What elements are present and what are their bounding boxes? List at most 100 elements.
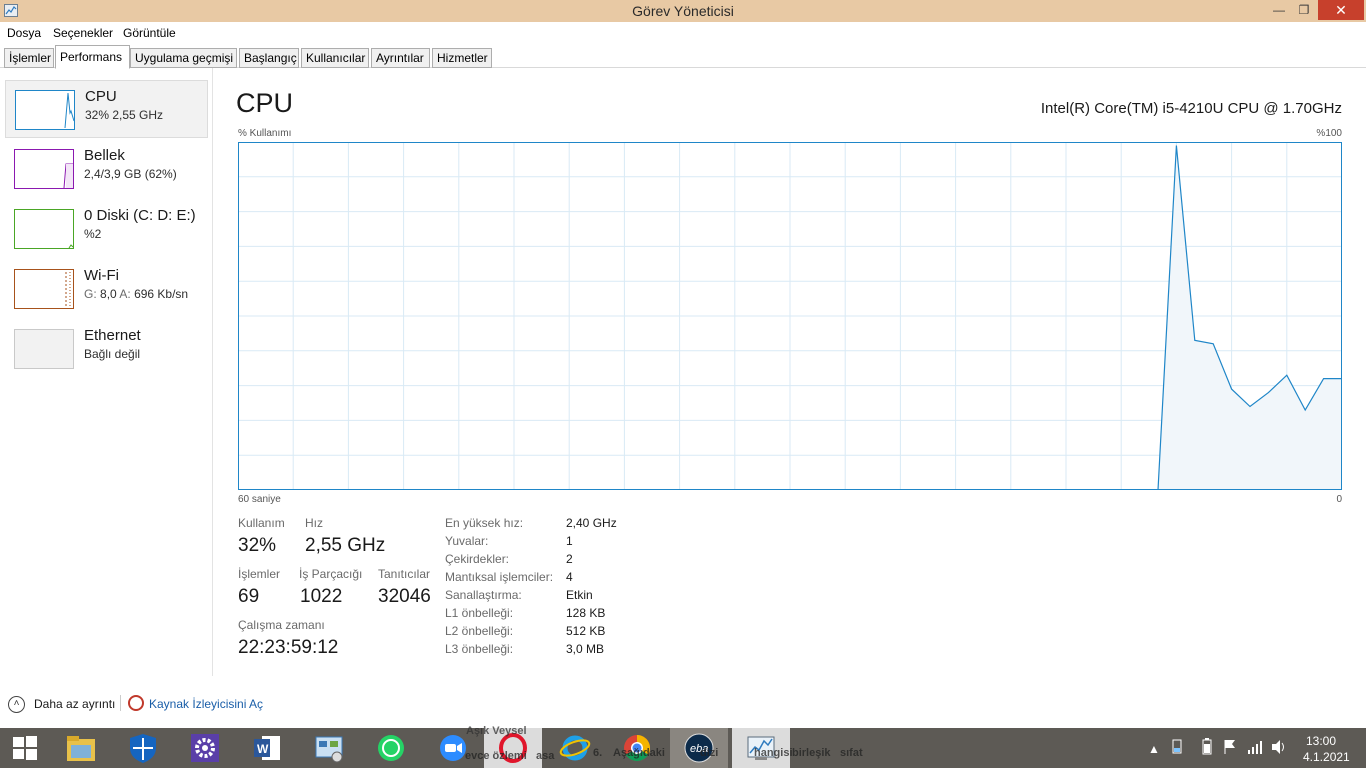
sidebar-item-value: %2 xyxy=(84,227,102,241)
uptime-value: 22:23:59:12 xyxy=(238,637,339,658)
utilization-value: 32% xyxy=(238,535,277,556)
disk-mini-graph xyxy=(14,209,74,249)
taskbar-control-panel[interactable] xyxy=(300,728,358,768)
detail-value: 2,40 GHz xyxy=(566,516,617,530)
sidebar-item-cpu[interactable]: CPU 32% 2,55 GHz xyxy=(5,80,208,138)
page-title: CPU xyxy=(236,88,294,118)
send-value: 8,0 xyxy=(100,287,117,301)
ghost-text: sıfat xyxy=(840,747,863,759)
detail-label: Sanallaştırma: xyxy=(445,588,522,602)
detail-value: Etkin xyxy=(566,588,593,602)
detail-label: L2 önbelleği: xyxy=(445,624,514,638)
menu-file[interactable]: Dosya xyxy=(7,26,41,40)
sidebar-item-disk[interactable]: 0 Diski (C: D: E:) %2 xyxy=(5,200,208,258)
ghost-text: hangisi xyxy=(754,747,793,759)
menu-options[interactable]: Seçenekler xyxy=(53,26,113,40)
network-signal-icon[interactable] xyxy=(1246,738,1264,768)
speed-value: 2,55 GHz xyxy=(305,535,386,556)
maximize-button[interactable]: ❐ xyxy=(1291,0,1317,20)
graph-time-span: 60 saniye xyxy=(238,494,281,505)
tray-device-icon[interactable] xyxy=(1170,738,1184,768)
utilization-label: Kullanım xyxy=(238,516,285,530)
taskbar-explorer[interactable] xyxy=(52,728,110,768)
taskbar-word[interactable]: W xyxy=(238,728,296,768)
tab-app-history[interactable]: Uygulama geçmişi xyxy=(130,48,237,68)
menu-bar: Dosya Seçenekler Görüntüle xyxy=(0,22,1366,43)
sidebar-item-wifi[interactable]: Wi-Fi G: 8,0 A: 696 Kb/sn xyxy=(5,260,208,318)
processes-label: İşlemler xyxy=(238,567,281,581)
chevron-up-icon[interactable]: ˄ xyxy=(8,696,25,713)
handles-label: Tanıtıcılar xyxy=(378,567,431,581)
sidebar-item-label: 0 Diski (C: D: E:) xyxy=(84,207,196,224)
menu-view[interactable]: Görüntüle xyxy=(123,26,176,40)
ethernet-mini-graph xyxy=(14,329,74,369)
sidebar-item-value: G: 8,0 A: 696 Kb/sn xyxy=(84,287,188,301)
control-panel-icon xyxy=(315,736,343,763)
receive-label: A: xyxy=(119,287,131,301)
ghost-text: evce özlemi xyxy=(465,750,527,762)
detail-label: Çekirdekler: xyxy=(445,552,510,566)
clock-date[interactable]: 4.1.2021 xyxy=(1303,750,1350,764)
divider xyxy=(120,695,121,711)
memory-mini-graph xyxy=(14,149,74,189)
ghost-text: asa xyxy=(536,750,555,762)
open-resource-monitor-link[interactable]: Kaynak İzleyicisini Aç xyxy=(149,697,263,711)
graph-y-max: %100 xyxy=(1316,128,1342,139)
ghost-text: birleşik xyxy=(792,747,831,759)
sidebar-item-value: 32% 2,55 GHz xyxy=(85,108,164,122)
detail-value: 2 xyxy=(566,552,573,566)
battery-icon[interactable] xyxy=(1198,738,1216,768)
volume-icon[interactable] xyxy=(1270,738,1288,768)
detail-label: En yüksek hız: xyxy=(445,516,524,530)
cpu-mini-graph xyxy=(15,90,75,130)
zoom-icon xyxy=(440,735,466,761)
graph-y-min: 0 xyxy=(1336,494,1342,505)
taskbar-settings[interactable] xyxy=(176,728,234,768)
taskbar-whatsapp[interactable] xyxy=(362,728,420,768)
clock-time[interactable]: 13:00 xyxy=(1306,734,1336,748)
send-label: G: xyxy=(84,287,97,301)
resource-monitor-icon[interactable] xyxy=(128,695,144,711)
show-hidden-icons-button[interactable]: ▲ xyxy=(1148,742,1160,768)
flag-icon[interactable] xyxy=(1222,738,1238,768)
tab-processes[interactable]: İşlemler xyxy=(4,48,54,68)
taskbar-defender[interactable] xyxy=(114,728,172,768)
detail-value: 4 xyxy=(566,570,573,584)
folder-icon xyxy=(67,736,95,761)
start-button[interactable] xyxy=(0,728,50,768)
tab-details[interactable]: Ayrıntılar xyxy=(371,48,430,68)
processes-value: 69 xyxy=(238,586,260,607)
threads-value: 1022 xyxy=(300,586,343,607)
shield-icon xyxy=(130,734,156,763)
windows-logo-icon xyxy=(13,736,37,760)
minimize-button[interactable]: — xyxy=(1266,0,1292,20)
sidebar-item-value: Bağlı değil xyxy=(84,347,141,361)
svg-text:W: W xyxy=(257,742,269,756)
close-button[interactable]: ✕ xyxy=(1318,0,1364,20)
detail-label: Yuvalar: xyxy=(445,534,489,548)
ghost-text: Aşık Veysel xyxy=(466,725,527,737)
tab-strip: İşlemler Performans Uygulama geçmişi Baş… xyxy=(0,43,1366,69)
detail-value: 128 KB xyxy=(566,606,606,620)
uptime-label: Çalışma zamanı xyxy=(238,618,325,632)
taskbar: W eba Aşık Veysel evce özlemi asa 6. Aşa… xyxy=(0,725,1366,768)
title-bar[interactable]: Görev Yöneticisi — ❐ ✕ xyxy=(0,0,1366,22)
tab-performance[interactable]: Performans xyxy=(55,45,130,69)
detail-value: 3,0 MB xyxy=(566,642,605,656)
detail-value: 1 xyxy=(566,534,573,548)
performance-sidebar: CPU 32% 2,55 GHz Bellek 2,4/3,9 GB (62%)… xyxy=(0,68,213,676)
window-title: Görev Yöneticisi xyxy=(632,3,734,19)
word-icon: W xyxy=(254,736,280,760)
sidebar-item-value: 2,4/3,9 GB (62%) xyxy=(84,167,177,181)
taskbar-eba[interactable]: eba xyxy=(670,728,728,768)
detail-label: L3 önbelleği: xyxy=(445,642,514,656)
ghost-text: dizi xyxy=(700,747,719,759)
fewer-details-button[interactable]: Daha az ayrıntı xyxy=(34,697,115,711)
footer-bar: ˄ Daha az ayrıntı Kaynak İzleyicisini Aç xyxy=(0,690,1366,718)
sidebar-item-memory[interactable]: Bellek 2,4/3,9 GB (62%) xyxy=(5,140,208,198)
tab-users[interactable]: Kullanıcılar xyxy=(301,48,369,68)
tab-startup[interactable]: Başlangıç xyxy=(239,48,299,68)
tab-services[interactable]: Hizmetler xyxy=(432,48,492,68)
ghost-text: 6. xyxy=(593,747,603,759)
sidebar-item-ethernet[interactable]: Ethernet Bağlı değil xyxy=(5,320,208,378)
